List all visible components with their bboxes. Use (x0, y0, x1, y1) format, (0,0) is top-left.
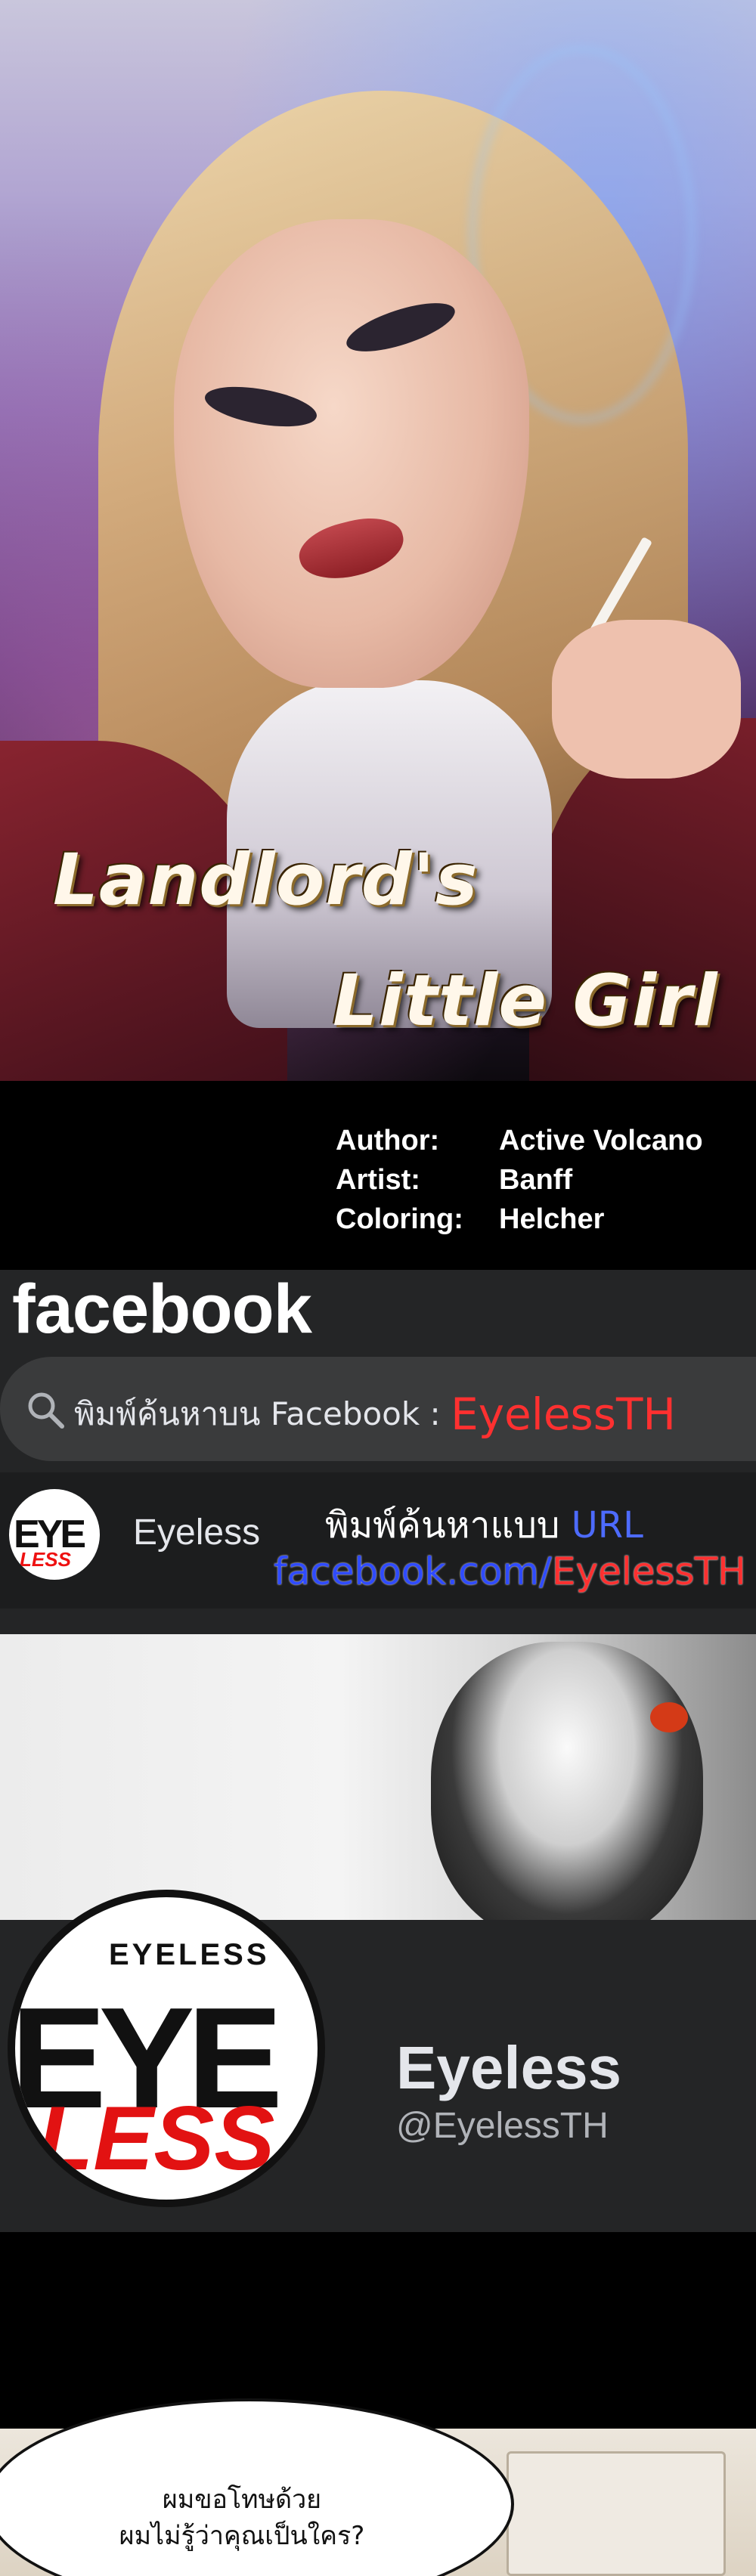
face (174, 219, 529, 688)
speech-line-1: ผมขอโทษด้วย (162, 2485, 322, 2515)
search-icon (28, 1392, 64, 1429)
url-handle: EyelessTH (551, 1550, 746, 1593)
url-hint-line-2[interactable]: facebook.com/EyelessTH (274, 1550, 746, 1593)
credit-value: Active Volcano (499, 1125, 703, 1156)
avatar-small-text: EYELESS (109, 1938, 270, 1971)
facebook-logo: facebook (12, 1271, 312, 1348)
red-eye (650, 1702, 688, 1732)
cover-art: Landlord's Little Girl (0, 0, 756, 1081)
profile-name[interactable]: Eyeless (396, 2033, 621, 2103)
credit-value: Banff (499, 1164, 573, 1196)
cover-photo (0, 1634, 756, 1920)
profile-handle: @EyelessTH (396, 2106, 609, 2146)
credit-label: Author: (336, 1125, 440, 1156)
credits: Author: Active Volcano Artist: Banff Col… (0, 1081, 756, 1270)
search-bar[interactable]: พิมพ์ค้นหาบน Facebook : EyelessTH (0, 1357, 756, 1461)
credit-label: Artist: (336, 1164, 420, 1196)
hand (552, 620, 741, 779)
page-name[interactable]: Eyeless (133, 1512, 260, 1553)
comic-panel: ผมขอโทษด้วย ผมไม่รู้ว่าคุณเป็นใคร? (0, 2232, 756, 2576)
search-highlight: EyelessTH (451, 1389, 676, 1440)
facebook-promo: facebook พิมพ์ค้นหาบน Facebook : Eyeless… (0, 1270, 756, 2232)
search-prompt: พิมพ์ค้นหาบน Facebook : EyelessTH (74, 1389, 676, 1440)
search-prefix: พิมพ์ค้นหาบน Facebook : (74, 1395, 451, 1432)
speech-text: ผมขอโทษด้วย ผมไม่รู้ว่าคุณเป็นใคร? (76, 2482, 408, 2554)
avatar-logo-bottom: LESS (20, 1548, 71, 1571)
masked-character (431, 1642, 703, 1920)
title-line-1: Landlord's (53, 839, 479, 921)
shelf (507, 2451, 726, 2576)
profile-avatar[interactable]: EYELESS EYE LESS (8, 1890, 325, 2207)
url-hint-text: พิมพ์ค้นหาแบบ (325, 1504, 572, 1547)
speech-line-2: ผมไม่รู้ว่าคุณเป็นใคร? (119, 2521, 365, 2551)
page-avatar[interactable]: EYE LESS (9, 1489, 100, 1580)
url-hint-line-1: พิมพ์ค้นหาแบบ URL (325, 1497, 643, 1554)
url-hint-url: URL (571, 1504, 643, 1547)
title-line-2: Little Girl (333, 960, 718, 1042)
credit-label: Coloring: (336, 1203, 463, 1235)
avatar-less-text: LESS (38, 2088, 275, 2189)
url-domain: facebook.com/ (274, 1550, 552, 1593)
credit-value: Helcher (499, 1203, 605, 1235)
